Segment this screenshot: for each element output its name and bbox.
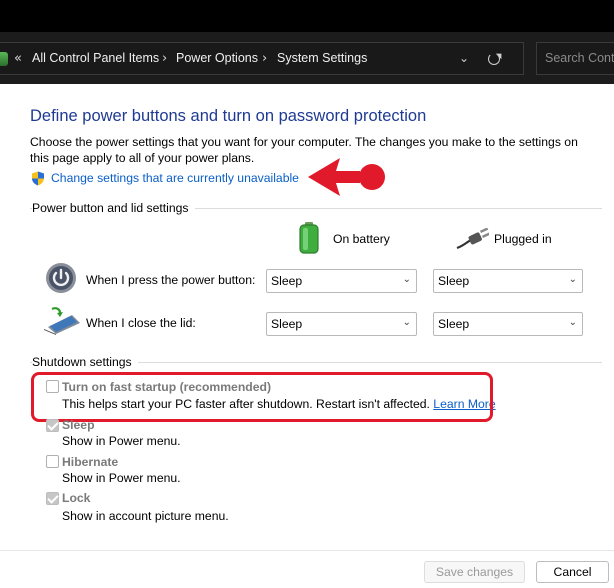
address-bar[interactable]: « All Control Panel Items › Power Option…: [0, 42, 524, 75]
title-bar: [0, 0, 614, 32]
lock-description: Show in account picture menu.: [62, 509, 229, 523]
hibernate-checkbox[interactable]: [46, 455, 59, 468]
power-group-label: Power button and lid settings: [32, 201, 195, 215]
power-plug-icon: [456, 228, 489, 250]
hibernate-title: Hibernate: [62, 455, 119, 469]
select-value: Sleep: [271, 317, 303, 331]
close-lid-plugged-select[interactable]: Sleep ⌄: [433, 312, 583, 336]
shutdown-group-label: Shutdown settings: [32, 355, 138, 369]
chevron-down-icon: ⌄: [568, 274, 577, 285]
footer-divider: [0, 550, 614, 551]
control-panel-icon: [0, 52, 8, 66]
breadcrumb-separator-icon[interactable]: ›: [262, 51, 267, 66]
page-title: Define power buttons and turn on passwor…: [30, 107, 427, 125]
close-lid-label: When I close the lid:: [86, 316, 196, 330]
annotation-highlight-box: [31, 372, 493, 422]
select-value: Sleep: [438, 274, 470, 288]
chevron-down-icon: ⌄: [402, 317, 411, 328]
power-button-label: When I press the power button:: [86, 273, 256, 287]
sleep-description: Show in Power menu.: [62, 434, 181, 448]
chevron-down-icon: ⌄: [568, 317, 577, 328]
close-lid-battery-select[interactable]: Sleep ⌄: [266, 312, 417, 336]
address-dropdown-icon[interactable]: ⌄: [459, 51, 469, 65]
battery-icon: [299, 222, 319, 254]
select-value: Sleep: [438, 317, 470, 331]
cancel-button[interactable]: Cancel: [536, 561, 609, 583]
sleep-title: Sleep: [62, 418, 95, 432]
chevron-down-icon: ⌄: [402, 274, 411, 285]
address-bar-region: « All Control Panel Items › Power Option…: [0, 32, 614, 84]
refresh-icon[interactable]: [488, 53, 500, 65]
power-button-icon: [46, 263, 76, 293]
plugged-in-header: Plugged in: [494, 232, 552, 246]
sleep-checkbox[interactable]: [46, 419, 59, 432]
lock-checkbox[interactable]: [46, 492, 59, 505]
search-input[interactable]: Search Contr: [536, 42, 614, 75]
breadcrumb-all-control-panel-items[interactable]: All Control Panel Items: [32, 51, 159, 65]
change-settings-link[interactable]: Change settings that are currently unava…: [51, 171, 299, 185]
breadcrumb-separator-icon[interactable]: ›: [162, 51, 167, 66]
lock-title: Lock: [62, 491, 91, 505]
save-changes-button[interactable]: Save changes: [424, 561, 525, 583]
uac-shield-icon: [32, 171, 44, 186]
hibernate-description: Show in Power menu.: [62, 471, 181, 485]
search-placeholder: Search Contr: [545, 51, 614, 65]
power-button-battery-select[interactable]: Sleep ⌄: [266, 269, 417, 293]
select-value: Sleep: [271, 274, 303, 288]
power-button-plugged-select[interactable]: Sleep ⌄: [433, 269, 583, 293]
breadcrumb-system-settings[interactable]: System Settings: [277, 51, 367, 65]
laptop-lid-icon: [44, 307, 80, 335]
recent-locations-icon[interactable]: «: [14, 51, 22, 66]
annotation-arrow-icon: [308, 158, 385, 196]
on-battery-header: On battery: [333, 232, 390, 246]
breadcrumb-power-options[interactable]: Power Options: [176, 51, 258, 65]
